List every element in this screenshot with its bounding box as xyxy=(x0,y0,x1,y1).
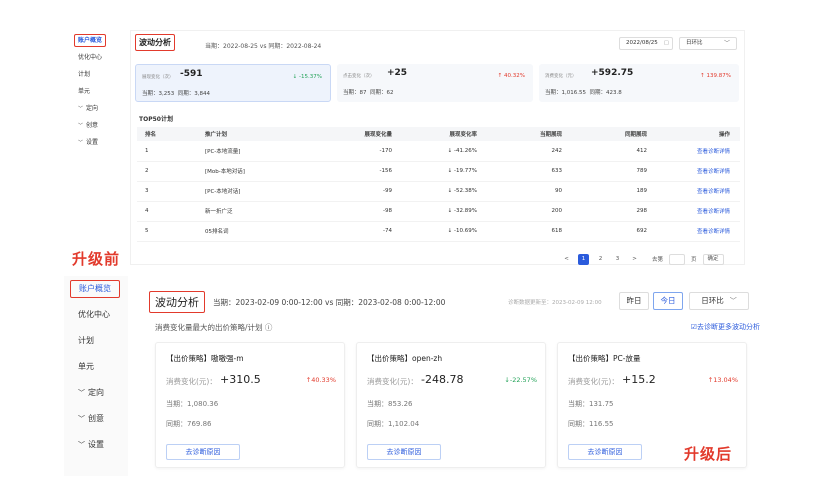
sidebar-item-settings[interactable]: ﹀ 设置 xyxy=(64,134,122,151)
page-jump-input[interactable] xyxy=(669,253,686,265)
page-3-button[interactable]: 3 xyxy=(612,254,623,265)
view-diagnosis-link[interactable]: 查看诊断详情 xyxy=(657,221,740,242)
chevron-down-icon: ﹀ xyxy=(78,123,84,129)
before-upgrade-screenshot: 账户概览 优化中心 计划 单元 ﹀ 定向 ﹀ 创意 ﹀ 设置 波动分析 当期：2022… xyxy=(0,0,839,270)
sidebar-item-plan[interactable]: 计划 xyxy=(64,328,128,354)
after-main-panel: 波动分析 当期：2023-02-09 0:00-12:00 vs 同期：2023… xyxy=(145,282,760,472)
chevron-down-icon: ﹀ xyxy=(78,415,85,423)
sidebar-item-creative[interactable]: ﹀ 创意 xyxy=(64,406,128,432)
metric-card-cost[interactable]: 消费变化（元） +592.75 ↑ 139.87% 当期：1,016.55 同期… xyxy=(539,64,739,102)
page-2-button[interactable]: 2 xyxy=(595,254,606,265)
page-title: 波动分析 xyxy=(149,291,205,313)
before-sidebar: 账户概览 优化中心 计划 单元 ﹀ 定向 ﹀ 创意 ﹀ 设置 xyxy=(64,32,122,232)
date-picker[interactable]: 2022/08/25 ▢ xyxy=(619,37,673,50)
table-header-row: 排名 推广计划 展现变化量 展现变化率 当期展现 同期展现 操作 xyxy=(137,127,740,141)
table-row: 1 [PC-本地流量] -170 ↓ -41.26% 242 412 查看诊断详… xyxy=(137,141,740,162)
top50-heading: TOP50计划 xyxy=(139,116,173,123)
after-sidebar: 账户概览 优化中心 计划 单元 ﹀ 定向 ﹀ 创意 ﹀ 设置 xyxy=(64,276,128,476)
table-row: 4 新一折广泛 -98 ↓ -32.89% 200 298 查看诊断详情 xyxy=(137,201,740,222)
period-text: 当期：2023-02-09 0:00-12:00 vs 同期：2023-02-0… xyxy=(213,298,446,307)
chevron-down-icon: ﹀ xyxy=(729,297,737,305)
sidebar-item-targeting[interactable]: ﹀ 定向 xyxy=(64,100,122,117)
view-diagnosis-link[interactable]: 查看诊断详情 xyxy=(657,201,740,222)
sidebar-item-unit[interactable]: 单元 xyxy=(64,354,128,380)
confirm-page-button[interactable]: 确定 xyxy=(702,253,724,265)
chevron-down-icon: ﹀ xyxy=(723,40,730,47)
sidebar-item-plan[interactable]: 计划 xyxy=(64,66,122,83)
yesterday-button[interactable]: 昨日 xyxy=(619,292,649,310)
diagnose-reason-button[interactable]: 去诊断原因 xyxy=(166,444,240,460)
sidebar-item-optimization-center[interactable]: 优化中心 xyxy=(64,49,122,66)
today-button[interactable]: 今日 xyxy=(653,292,683,310)
before-upgrade-label: 升级前 xyxy=(72,250,121,268)
table-row: 2 [Mob-本地对话] -156 ↓ -19.77% 633 789 查看诊断… xyxy=(137,161,740,182)
chevron-down-icon: ﹀ xyxy=(78,140,84,146)
metric-card-clicks[interactable]: 点击变化（次） +25 ↑ 40.32% 当期：87 同期：62 xyxy=(337,64,533,102)
next-page-button[interactable]: > xyxy=(629,254,640,265)
chevron-down-icon: ﹀ xyxy=(78,441,85,449)
view-diagnosis-link[interactable]: 查看诊断详情 xyxy=(657,161,740,182)
diagnose-reason-button[interactable]: 去诊断原因 xyxy=(568,444,642,460)
top50-table: 排名 推广计划 展现变化量 展现变化率 当期展现 同期展现 操作 1 [PC-本… xyxy=(137,127,740,242)
before-main-panel: 波动分析 当期：2022-08-25 vs 同期：2022-08-24 2022… xyxy=(130,30,745,265)
diagnose-reason-button[interactable]: 去诊断原因 xyxy=(367,444,441,460)
sidebar-item-creative[interactable]: ﹀ 创意 xyxy=(64,117,122,134)
strategy-card: 【出价策略】嗷嗷强-m 消费变化(元)： +310.5 ↑40.33% 当期：1… xyxy=(155,342,345,468)
compare-select[interactable]: 日环比 ﹀ xyxy=(679,37,737,50)
chevron-down-icon: ﹀ xyxy=(78,389,85,397)
sidebar-item-settings[interactable]: ﹀ 设置 xyxy=(64,432,128,458)
after-upgrade-label: 升级后 xyxy=(684,445,733,463)
pagination: < 1 2 3 > 去第 页 确定 xyxy=(561,253,724,265)
sidebar-item-account-overview[interactable]: 账户概览 xyxy=(64,32,122,49)
data-update-time: 诊断数据更新至：2023-02-09 12:00 xyxy=(508,300,602,306)
page-1-button[interactable]: 1 xyxy=(578,253,589,265)
sidebar-item-optimization-center[interactable]: 优化中心 xyxy=(64,302,128,328)
page-title: 波动分析 xyxy=(135,34,175,51)
chevron-down-icon: ﹀ xyxy=(78,106,84,112)
sidebar-item-account-overview[interactable]: 账户概览 xyxy=(64,276,128,302)
sidebar-item-targeting[interactable]: ﹀ 定向 xyxy=(64,380,128,406)
after-upgrade-screenshot: 账户概览 优化中心 计划 单元 ﹀ 定向 ﹀ 创意 ﹀ 设置 波动分析 当期：2023… xyxy=(0,270,839,487)
table-row: 3 [PC-本地对话] -99 ↓ -52.38% 90 189 查看诊断详情 xyxy=(137,181,740,202)
calendar-icon: ▢ xyxy=(663,40,669,46)
sidebar-item-unit[interactable]: 单元 xyxy=(64,83,122,100)
table-row: 5 05排名词 -74 ↓ -10.69% 618 692 查看诊断详情 xyxy=(137,221,740,242)
strategy-card: 【出价策略】open-zh 消费变化(元)： -248.78 ↓-22.57% … xyxy=(356,342,546,468)
more-diagnosis-link[interactable]: ☑去诊断更多波动分析 xyxy=(691,322,760,332)
compare-select[interactable]: 日环比 ﹀ xyxy=(689,292,749,310)
view-diagnosis-link[interactable]: 查看诊断详情 xyxy=(657,141,740,162)
metric-card-impressions[interactable]: 展现变化（次） -591 ↓ -15.37% 当期：3,253 同期：3,844 xyxy=(135,64,331,102)
prev-page-button[interactable]: < xyxy=(561,254,572,265)
section-subtitle: 消费变化量最大的出价策略/计划 ⓘ xyxy=(155,323,273,332)
period-text: 当期：2022-08-25 vs 同期：2022-08-24 xyxy=(205,43,322,50)
view-diagnosis-link[interactable]: 查看诊断详情 xyxy=(657,181,740,202)
